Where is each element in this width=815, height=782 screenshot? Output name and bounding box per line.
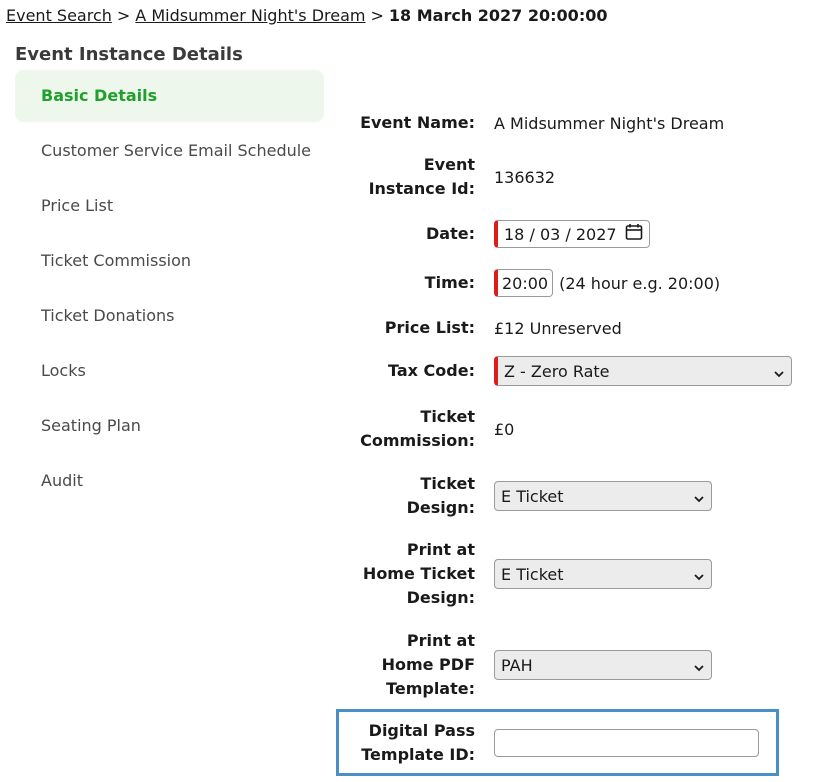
sidebar-item-seating-plan[interactable]: Seating Plan xyxy=(15,400,324,452)
pah-ticket-design-select[interactable]: E Ticket xyxy=(494,559,712,589)
event-name-label: Event Name: xyxy=(360,113,475,132)
section-title: Event Instance Details xyxy=(15,44,243,65)
instance-id-value: 136632 xyxy=(494,167,556,187)
ticket-design-label: Ticket Design: xyxy=(406,474,475,517)
sidebar-nav: Basic Details Customer Service Email Sch… xyxy=(15,70,324,510)
chevron-down-icon xyxy=(693,659,705,678)
tax-code-row: Tax Code: Z - Zero Rate xyxy=(330,356,800,386)
ticket-commission-label: Ticket Commission: xyxy=(360,407,475,450)
pah-ticket-design-row: Print at Home Ticket Design: E Ticket xyxy=(330,538,800,610)
instance-id-row: Event Instance Id: 136632 xyxy=(330,153,800,201)
pah-pdf-template-select[interactable]: PAH xyxy=(494,650,712,680)
price-list-value: £12 Unreserved xyxy=(494,318,622,338)
ticket-commission-value: £0 xyxy=(494,419,515,439)
instance-id-label: Event Instance Id: xyxy=(368,155,475,198)
ticket-design-row: Ticket Design: E Ticket xyxy=(330,472,800,520)
sidebar-item-ticket-donations[interactable]: Ticket Donations xyxy=(15,290,324,342)
sidebar-item-customer-service-email-schedule[interactable]: Customer Service Email Schedule xyxy=(15,125,324,177)
date-label: Date: xyxy=(426,224,475,243)
breadcrumb-event-search-link[interactable]: Event Search xyxy=(6,6,112,25)
breadcrumb-current: 18 March 2027 20:00:00 xyxy=(388,6,608,25)
breadcrumb-event-link[interactable]: A Midsummer Night's Dream xyxy=(135,6,365,25)
time-hint: (24 hour e.g. 20:00) xyxy=(559,273,721,293)
event-name-value: A Midsummer Night's Dream xyxy=(494,113,725,133)
time-row: Time: 20:00 (24 hour e.g. 20:00) xyxy=(330,269,800,297)
sidebar-item-basic-details[interactable]: Basic Details xyxy=(15,70,324,122)
date-input[interactable]: 18 / 03 / 2027 xyxy=(494,220,650,248)
breadcrumb-separator: > xyxy=(116,6,131,25)
breadcrumb: Event Search > A Midsummer Night's Dream >1… xyxy=(6,6,607,25)
ticket-commission-row: Ticket Commission: £0 xyxy=(330,405,800,453)
price-list-label: Price List: xyxy=(384,318,475,337)
chevron-down-icon xyxy=(693,568,705,587)
tax-code-label: Tax Code: xyxy=(388,361,475,380)
chevron-down-icon xyxy=(773,365,785,384)
digital-pass-row: Digital Pass Template ID: xyxy=(330,719,800,767)
digital-pass-label: Digital Pass Template ID: xyxy=(361,721,475,764)
pah-pdf-template-label: Print at Home PDF Template: xyxy=(381,631,475,698)
calendar-icon[interactable] xyxy=(625,223,643,245)
date-row: Date: 18 / 03 / 2027 xyxy=(330,220,800,248)
tax-code-select[interactable]: Z - Zero Rate xyxy=(494,356,792,386)
sidebar-item-ticket-commission[interactable]: Ticket Commission xyxy=(15,235,324,287)
breadcrumb-separator: > xyxy=(370,6,384,25)
price-list-row: Price List: £12 Unreserved xyxy=(330,316,800,340)
chevron-down-icon xyxy=(693,490,705,509)
pah-pdf-template-row: Print at Home PDF Template: PAH xyxy=(330,629,800,701)
time-label: Time: xyxy=(424,273,475,292)
digital-pass-template-id-input[interactable] xyxy=(494,729,759,757)
ticket-design-select[interactable]: E Ticket xyxy=(494,481,712,511)
sidebar-item-price-list[interactable]: Price List xyxy=(15,180,324,232)
time-input[interactable]: 20:00 xyxy=(494,269,554,297)
event-name-row: Event Name: A Midsummer Night's Dream xyxy=(330,111,800,135)
sidebar-item-audit[interactable]: Audit xyxy=(15,455,324,507)
pah-ticket-design-label: Print at Home Ticket Design: xyxy=(362,540,475,607)
sidebar-item-locks[interactable]: Locks xyxy=(15,345,324,397)
